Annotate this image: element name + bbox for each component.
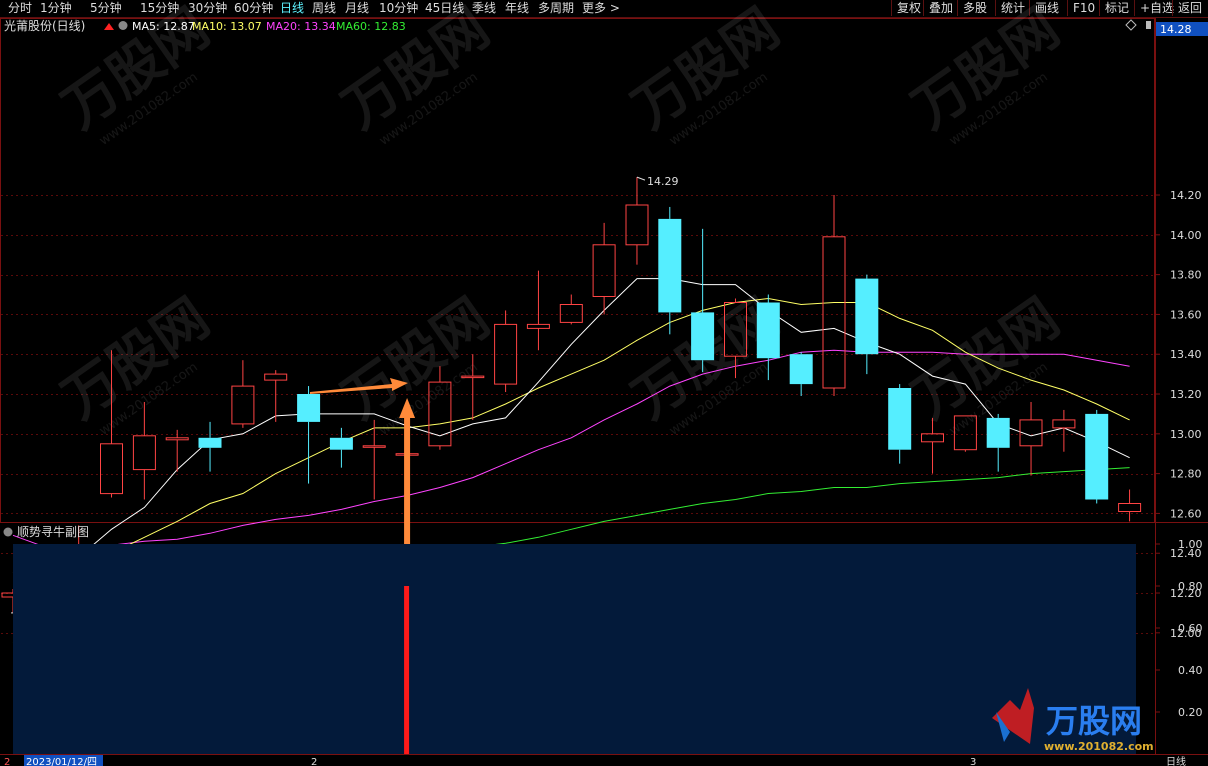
candle-body — [526, 323, 550, 329]
candle — [526, 270, 550, 351]
price-tick-label: 14.20 — [1170, 189, 1202, 202]
candle — [888, 384, 912, 464]
up-arrow-icon — [104, 23, 114, 30]
candle-body — [100, 443, 123, 495]
watermark: 万股网www.201082.com — [331, 286, 500, 439]
candle — [691, 228, 715, 373]
candle-body — [855, 278, 879, 355]
watermark: 万股网www.201082.com — [901, 0, 1070, 149]
brand-logo-url: www.201082.com — [1044, 740, 1154, 753]
sub-tick-label: 0.60 — [1178, 622, 1203, 635]
candle-body — [1052, 419, 1076, 429]
candle-body — [198, 437, 222, 448]
candle — [264, 370, 288, 422]
sub-tick-label: 1.00 — [1178, 538, 1203, 551]
candle — [1118, 489, 1142, 522]
candle-body — [1085, 413, 1109, 500]
candle-body — [888, 388, 912, 450]
candle — [559, 294, 583, 325]
candle-body — [691, 312, 715, 361]
price-tick-label: 12.60 — [1170, 507, 1202, 520]
subpanel-background — [13, 544, 1136, 754]
high-pointer — [636, 176, 646, 181]
price-tick-label: 13.60 — [1170, 308, 1202, 321]
candle — [1085, 409, 1109, 504]
stock-title: 光莆股份(日线) — [4, 19, 85, 33]
candle-body — [592, 244, 616, 298]
current-price-label: 14.28 — [1160, 23, 1192, 36]
subpanel-options-icon[interactable] — [3, 527, 13, 537]
bottom-right-mark: 3 — [970, 757, 976, 766]
sub-tick-label: 0.20 — [1178, 706, 1203, 719]
kline-chart: 万股网www.201082.com 万股网www.201082.com 万股网www… — [0, 0, 1208, 766]
sub-tick-label: 0.40 — [1178, 664, 1203, 677]
brand-logo-text: 万股网 — [1046, 702, 1142, 740]
candle-body — [756, 302, 780, 359]
diamond-icon[interactable] — [1125, 19, 1137, 31]
ma-label-1: MA10: 13.07 — [192, 20, 262, 33]
candle-body — [658, 218, 682, 313]
candle — [986, 413, 1010, 472]
candle — [329, 427, 353, 468]
candle — [165, 429, 189, 472]
candle — [198, 421, 222, 472]
sub-tick-label: 0.80 — [1178, 580, 1203, 593]
high-price-label: 14.29 — [647, 175, 679, 188]
candle-body — [165, 437, 189, 441]
panel-toggle-icon[interactable] — [1146, 21, 1151, 29]
candle-body — [986, 417, 1010, 448]
candle-body — [329, 437, 353, 450]
ma-label-0: MA5: 12.87 — [132, 20, 195, 33]
price-tick-label: 13.40 — [1170, 348, 1202, 361]
bottom-mid-mark: 2 — [311, 757, 317, 766]
candle — [494, 310, 518, 393]
candle — [1019, 401, 1043, 476]
price-tick-label: 13.20 — [1170, 388, 1202, 401]
candle — [822, 195, 846, 397]
candle-body — [625, 204, 649, 246]
price-tick-label: 14.00 — [1170, 229, 1202, 242]
candle-body — [559, 304, 583, 323]
subpanel-title: 顺势寻牛副图 — [17, 524, 89, 539]
candle — [855, 274, 879, 375]
candle-body — [822, 236, 846, 389]
watermark: 万股网www.201082.com — [621, 0, 790, 149]
period-label: 日线 — [1166, 755, 1186, 766]
watermark: 万股网www.201082.com — [51, 286, 220, 439]
candle-body — [297, 394, 321, 422]
price-tick-label: 13.00 — [1170, 428, 1202, 441]
price-axis: 14.20 14.00 13.80 13.60 13.40 13.20 13.00 12.80… — [1155, 189, 1202, 640]
candle-body — [231, 385, 255, 425]
candle-body — [1118, 503, 1142, 512]
bottom-bar — [0, 755, 1208, 766]
price-tick-label: 13.80 — [1170, 269, 1202, 282]
ma-label-3: MA60: 12.83 — [336, 20, 406, 33]
ma-label-2: MA20: 13.34 — [266, 20, 336, 33]
candle-body — [789, 354, 813, 385]
bottom-left-mark: 2 — [4, 757, 10, 766]
candle-body — [132, 435, 156, 471]
price-tick-label: 12.80 — [1170, 468, 1202, 481]
candle — [625, 177, 649, 265]
candle-body — [264, 373, 288, 381]
candle-body — [362, 445, 386, 448]
date-label: 2023/01/12/四 — [26, 757, 97, 766]
candle — [658, 206, 682, 335]
candle — [592, 222, 616, 315]
options-circle-icon[interactable] — [118, 21, 128, 30]
signal-bar — [404, 586, 410, 754]
subpanel-axis: 1.00 0.80 0.60 0.40 0.20 — [1155, 538, 1203, 719]
candle — [789, 352, 813, 397]
